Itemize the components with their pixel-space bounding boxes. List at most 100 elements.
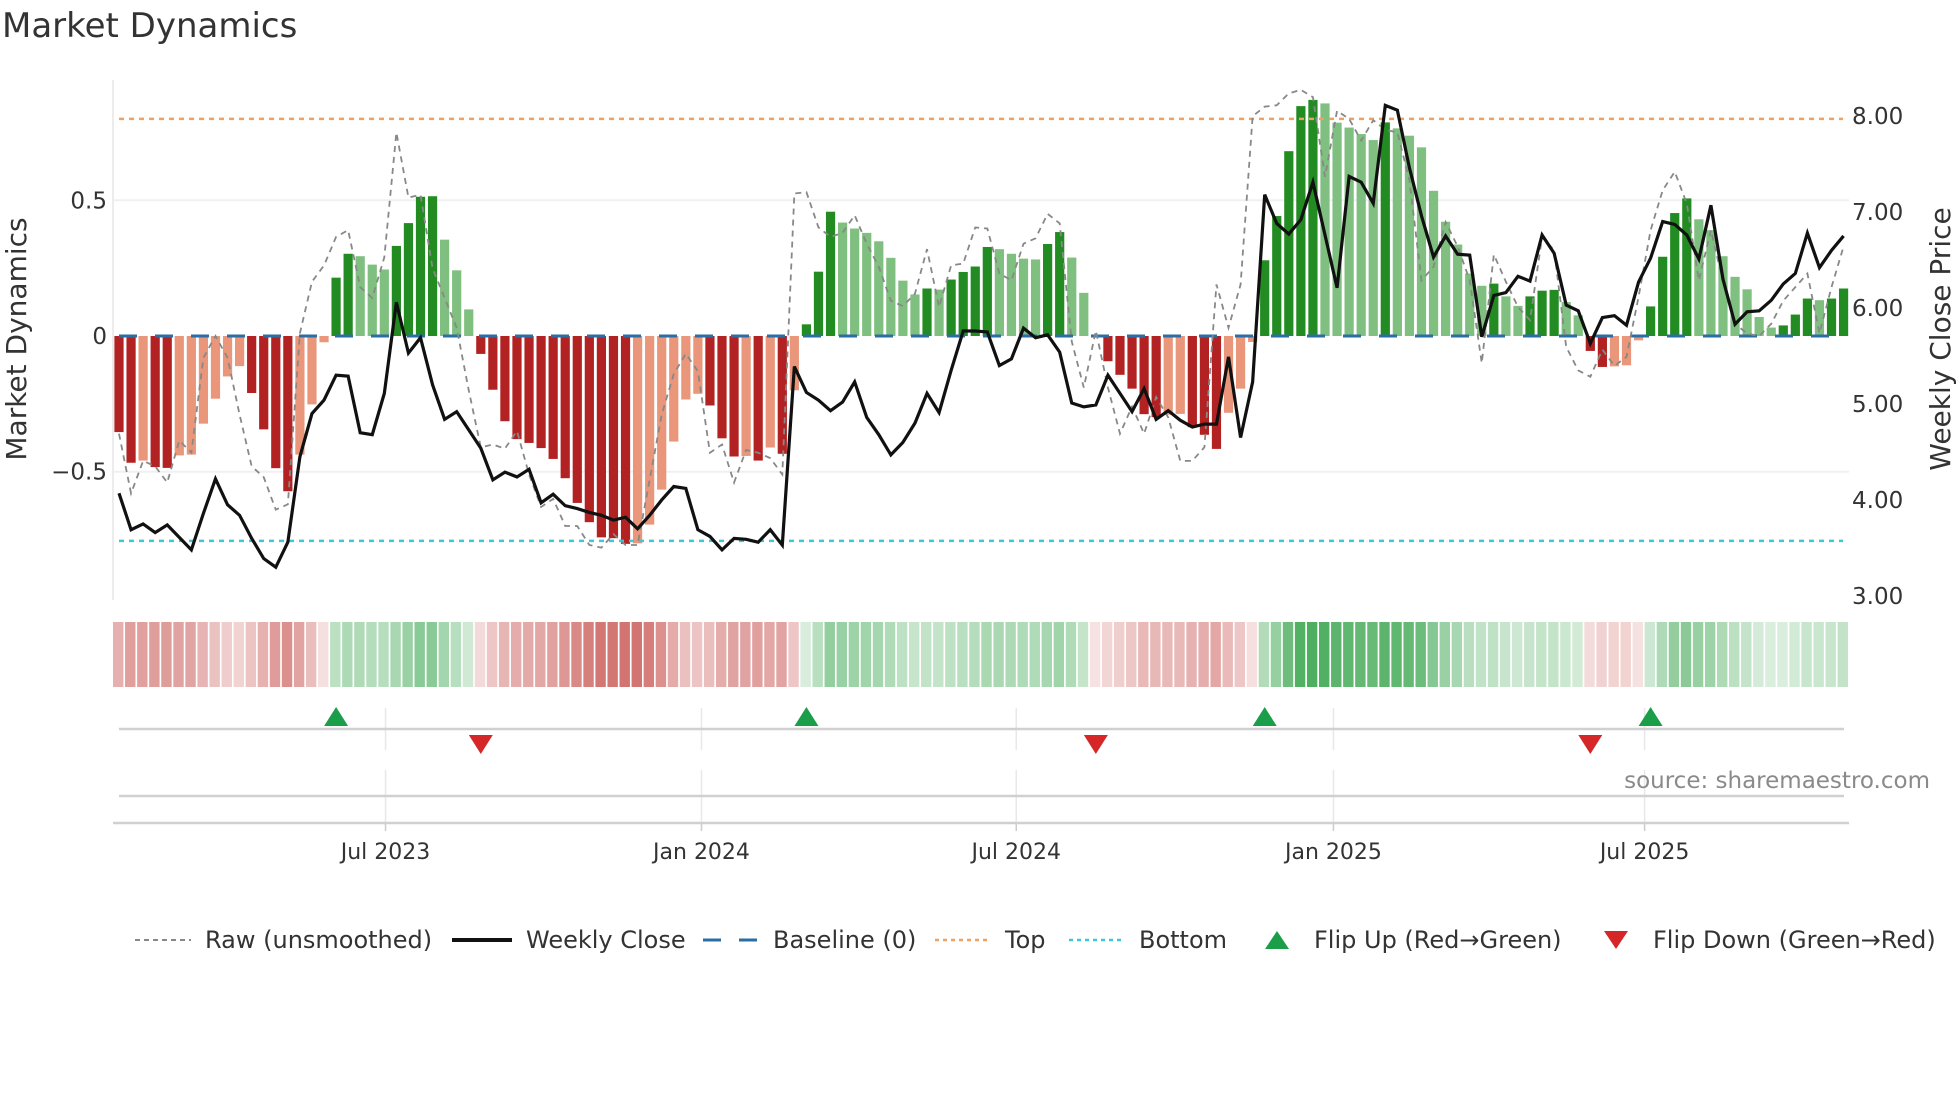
strip-cell: [667, 622, 679, 687]
momentum-bar: [343, 253, 353, 336]
strip-cell: [836, 622, 847, 687]
momentum-bar: [946, 279, 956, 336]
strip-cell: [884, 622, 896, 687]
momentum-bar: [705, 336, 715, 406]
legend-label: Weekly Close: [526, 926, 686, 954]
momentum-bar: [1380, 122, 1390, 336]
strip-cell: [1680, 622, 1692, 687]
strip-cell: [1499, 622, 1511, 687]
momentum-bar: [825, 211, 836, 336]
momentum-bar: [693, 336, 703, 394]
momentum-bar: [608, 336, 619, 539]
strip-cell: [631, 622, 642, 687]
momentum-bar: [126, 336, 136, 463]
momentum-bar: [476, 336, 486, 354]
strip-cell: [245, 622, 257, 687]
y2-tick-label: 8.00: [1852, 104, 1903, 130]
strip-cell: [1319, 622, 1330, 687]
strip-cell: [908, 622, 920, 687]
momentum-bar: [1067, 257, 1077, 336]
momentum-bar: [1163, 336, 1173, 415]
momentum-bar: [307, 336, 317, 405]
dashed-blue-line-icon: [703, 938, 759, 942]
strip-cell: [1572, 622, 1583, 687]
legend-item-weekly-close: Weekly Close: [452, 922, 686, 958]
strip-cell: [703, 622, 715, 687]
strip-cell: [1753, 622, 1764, 687]
strip-cell: [378, 622, 389, 687]
series-lines: [117, 88, 1845, 570]
momentum-bar: [1260, 260, 1270, 336]
strip-cell: [1089, 622, 1101, 687]
momentum-bar: [1284, 151, 1294, 336]
momentum-bar: [1621, 336, 1632, 366]
strip-cell: [1620, 622, 1631, 687]
strip-cell: [1813, 622, 1824, 687]
strip-cell: [498, 622, 510, 687]
momentum-bar: [1272, 216, 1282, 336]
strip-cell: [1487, 622, 1499, 687]
flip-markers: [113, 707, 1849, 831]
momentum-bar: [934, 289, 944, 336]
strip-cell: [1198, 622, 1209, 687]
strip-cell: [1596, 622, 1607, 687]
momentum-bar: [1646, 306, 1656, 336]
y2-tick-label: 5.00: [1852, 392, 1903, 418]
momentum-bar: [295, 336, 305, 455]
momentum-bar: [440, 239, 450, 336]
momentum-bar: [1356, 134, 1366, 336]
strip-cell: [1825, 622, 1836, 687]
raw-line: [118, 88, 1845, 549]
strip-cell: [1077, 622, 1089, 687]
strip-cell: [812, 622, 823, 687]
strip-cell: [1126, 622, 1137, 687]
strip-cell: [993, 622, 1004, 687]
strip-cell: [390, 622, 401, 687]
strip-cell: [1463, 622, 1475, 687]
strip-cell: [945, 622, 956, 687]
flip-up-marker: [794, 707, 819, 726]
strip-cell: [1451, 622, 1463, 687]
strip-cell: [764, 622, 775, 687]
strip-cell: [1053, 622, 1065, 687]
strip-cell: [342, 622, 353, 687]
strip-cell: [293, 622, 305, 687]
momentum-bar: [1778, 325, 1788, 336]
strip-cell: [318, 622, 329, 687]
strip-cell: [1741, 622, 1752, 687]
strip-cell: [197, 622, 208, 687]
regime-strip: [113, 622, 1848, 687]
y2-tick-label: 7.00: [1852, 200, 1903, 226]
strip-cell: [1113, 622, 1125, 687]
momentum-bar: [524, 336, 534, 443]
x-tick-label: Jul 2025: [1598, 840, 1690, 865]
legend-item-flip-down: Flip Down (Green→Red): [1603, 922, 1936, 958]
strip-cell: [1632, 622, 1643, 687]
strip-cell: [1729, 622, 1740, 687]
strip-cell: [981, 622, 992, 687]
momentum-bars: [114, 99, 1849, 544]
strip-cell: [691, 622, 703, 687]
momentum-bar: [536, 336, 546, 449]
strip-cell: [1234, 622, 1245, 687]
momentum-bar: [729, 336, 739, 457]
strip-cell: [1150, 622, 1161, 687]
momentum-bar: [1127, 336, 1137, 389]
momentum-bar: [1790, 314, 1800, 336]
strip-cell: [1765, 622, 1776, 687]
strip-cell: [547, 622, 558, 687]
momentum-bar: [669, 336, 679, 442]
momentum-bar: [1103, 336, 1113, 362]
momentum-bar: [150, 336, 160, 468]
momentum-bar: [319, 336, 329, 343]
momentum-bar: [1308, 99, 1318, 336]
strip-cell: [354, 622, 365, 687]
strip-cell: [607, 622, 618, 687]
momentum-bar: [1006, 253, 1017, 336]
strip-cell: [1584, 622, 1595, 687]
strip-cell: [1560, 622, 1571, 687]
momentum-bar: [235, 336, 245, 367]
strip-cell: [1439, 622, 1450, 687]
legend-label: Flip Up (Red→Green): [1314, 926, 1562, 954]
momentum-bar: [681, 336, 691, 400]
